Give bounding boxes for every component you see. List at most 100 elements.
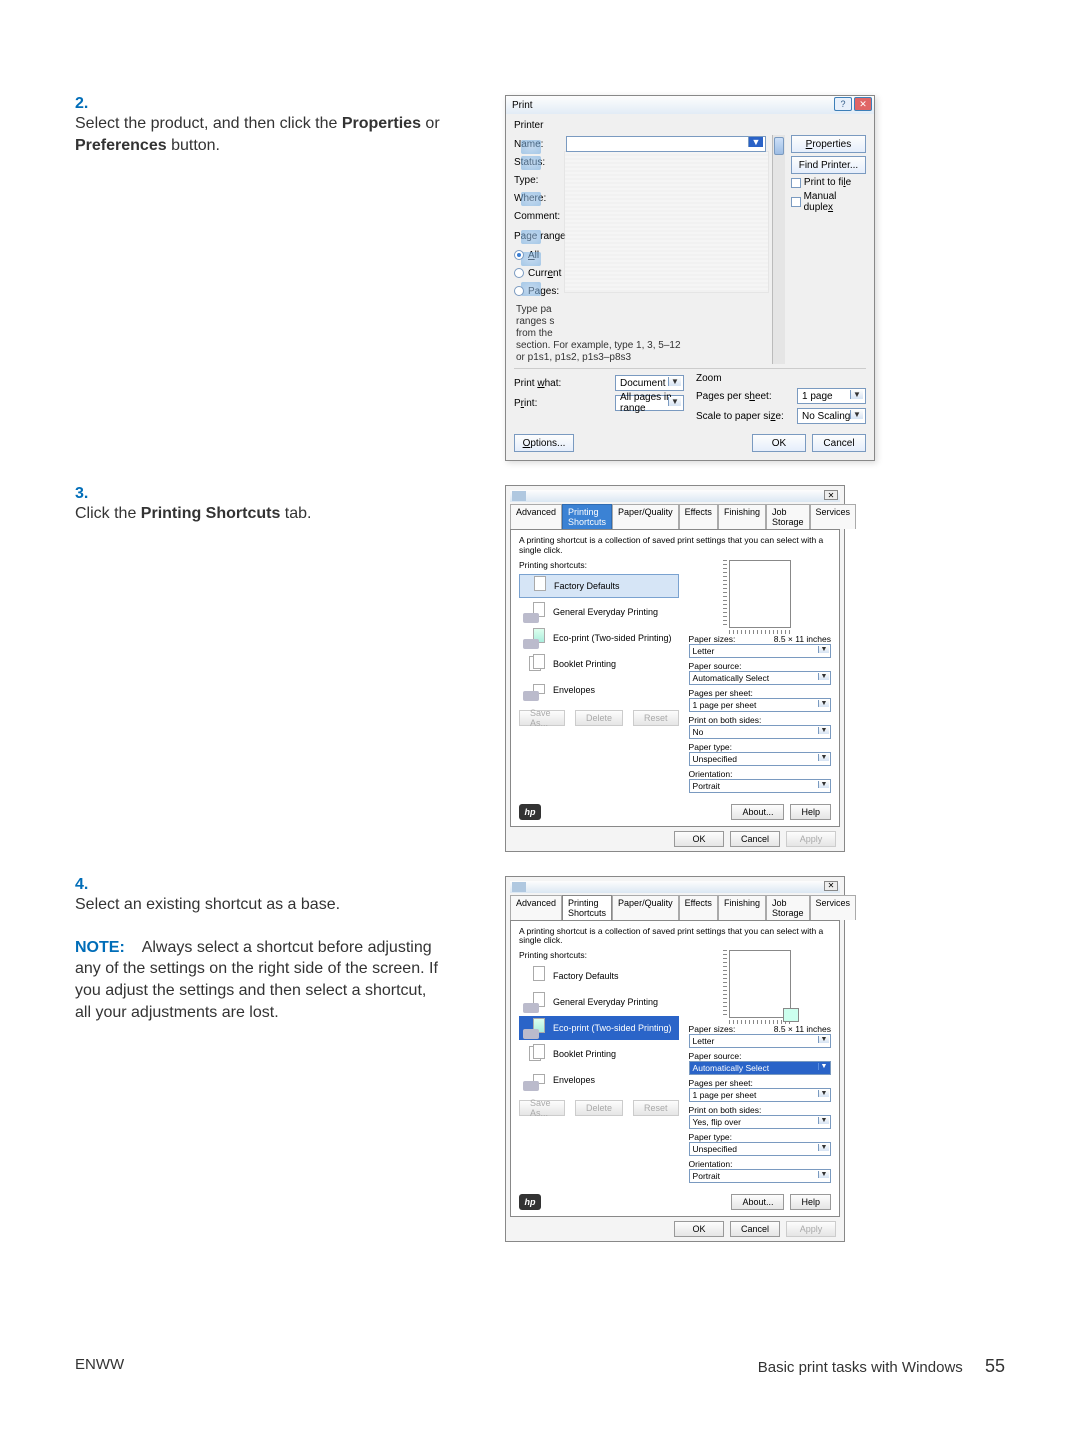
both-sides-select[interactable]: Yes, flip over (689, 1115, 831, 1129)
shortcut-item-label: General Everyday Printing (553, 997, 658, 1007)
envelopes-icon (523, 1069, 547, 1091)
reset-button[interactable]: Reset (633, 1100, 679, 1116)
scrollbar[interactable] (772, 135, 785, 364)
ok-button[interactable]: OK (674, 1221, 724, 1237)
about-button[interactable]: About... (731, 1194, 784, 1210)
apply-button[interactable]: Apply (786, 1221, 836, 1237)
shortcut-factory-defaults[interactable]: Factory Defaults (519, 574, 679, 598)
tab-services[interactable]: Services (810, 895, 857, 920)
paper-type-select[interactable]: Unspecified (689, 752, 831, 766)
shortcut-eco-print[interactable]: Eco-print (Two-sided Printing) (519, 626, 679, 650)
cancel-button[interactable]: Cancel (730, 1221, 780, 1237)
shortcut-item-label: General Everyday Printing (553, 607, 658, 617)
duplex-flip-icon (783, 1008, 799, 1022)
shortcut-item-label: Booklet Printing (553, 659, 616, 669)
eco-print-icon (523, 1017, 547, 1039)
print-dialog-title: Print (512, 100, 533, 111)
properties-button[interactable]: Properties (791, 135, 866, 153)
comment-label: Comment: (514, 211, 566, 222)
delete-button[interactable]: Delete (575, 1100, 623, 1116)
tab-paper-quality[interactable]: Paper/Quality (612, 504, 679, 529)
print-what-select[interactable]: Document (615, 375, 684, 391)
shortcut-envelopes[interactable]: Envelopes (519, 678, 679, 702)
orientation-select[interactable]: Portrait (689, 1169, 831, 1183)
about-button[interactable]: About... (731, 804, 784, 820)
ok-button[interactable]: OK (674, 831, 724, 847)
ok-button[interactable]: OK (752, 434, 806, 452)
paper-type-select[interactable]: Unspecified (689, 1142, 831, 1156)
paper-source-select[interactable]: Automatically Select (689, 1061, 831, 1075)
pages-per-sheet-select-2[interactable]: 1 page per sheet (689, 698, 831, 712)
radio-all-label: All (528, 250, 539, 261)
tab-paper-quality[interactable]: Paper/Quality (612, 895, 679, 920)
print-to-file-label: Print to file (804, 177, 851, 188)
step-4-text: 4. Select an existing shortcut as a base… (75, 876, 505, 1024)
step-4-body: Select an existing shortcut as a base. (75, 896, 340, 913)
booklet-icon (523, 653, 547, 675)
delete-button[interactable]: Delete (575, 710, 623, 726)
shortcut-general-everyday[interactable]: General Everyday Printing (519, 600, 679, 624)
paper-source-select[interactable]: Automatically Select (689, 671, 831, 685)
manual-duplex-checkbox[interactable] (791, 197, 801, 207)
orientation-select[interactable]: Portrait (689, 779, 831, 793)
tab-effects[interactable]: Effects (679, 895, 718, 920)
save-as-button[interactable]: Save As... (519, 1100, 565, 1116)
print-to-file-checkbox[interactable] (791, 178, 801, 188)
tabs-row: Advanced Printing Shortcuts Paper/Qualit… (510, 504, 840, 529)
tab-advanced[interactable]: Advanced (510, 504, 562, 529)
tab-services[interactable]: Services (810, 504, 857, 529)
shortcut-booklet[interactable]: Booklet Printing (519, 652, 679, 676)
general-everyday-icon (523, 601, 547, 623)
manual-duplex-label: Manual duplex (804, 191, 866, 213)
tab-printing-shortcuts[interactable]: Printing Shortcuts (562, 895, 612, 920)
shortcut-booklet[interactable]: Booklet Printing (519, 1042, 679, 1066)
scale-select[interactable]: No Scaling (797, 408, 866, 424)
tab-effects[interactable]: Effects (679, 504, 718, 529)
close-icon[interactable]: ✕ (824, 490, 838, 500)
paper-sizes-select[interactable]: Letter (689, 1034, 831, 1048)
tab-printing-shortcuts[interactable]: Printing Shortcuts (562, 504, 612, 529)
range-line-a: Type pa (514, 304, 766, 316)
paper-type-label: Paper type: (689, 742, 732, 752)
close-icon[interactable]: ✕ (854, 97, 872, 111)
tab-job-storage[interactable]: Job Storage (766, 895, 810, 920)
help-icon[interactable]: ? (834, 97, 852, 111)
shortcut-eco-print[interactable]: Eco-print (Two-sided Printing) (519, 1016, 679, 1040)
radio-current[interactable] (514, 268, 524, 278)
shortcut-list: Factory Defaults General Everyday Printi… (519, 964, 679, 1092)
step-3-body-c: tab. (280, 505, 311, 522)
shortcut-factory-defaults[interactable]: Factory Defaults (519, 964, 679, 988)
paper-sizes-select[interactable]: Letter (689, 644, 831, 658)
tab-advanced[interactable]: Advanced (510, 895, 562, 920)
booklet-icon (523, 1043, 547, 1065)
reset-button[interactable]: Reset (633, 710, 679, 726)
orientation-label: Orientation: (689, 1159, 733, 1169)
help-button[interactable]: Help (790, 1194, 831, 1210)
options-button[interactable]: Options... (514, 434, 574, 452)
save-as-button[interactable]: Save As... (519, 710, 565, 726)
radio-all[interactable] (514, 250, 524, 260)
tab-finishing[interactable]: Finishing (718, 895, 766, 920)
close-icon[interactable]: ✕ (824, 881, 838, 891)
help-button[interactable]: Help (790, 804, 831, 820)
tab-finishing[interactable]: Finishing (718, 504, 766, 529)
shortcuts-description: A printing shortcut is a collection of s… (519, 927, 831, 947)
print-range-select[interactable]: All pages in range (615, 395, 684, 411)
apply-button[interactable]: Apply (786, 831, 836, 847)
printer-name-select[interactable] (566, 136, 766, 152)
shortcut-envelopes[interactable]: Envelopes (519, 1068, 679, 1092)
pages-per-sheet-select-2[interactable]: 1 page per sheet (689, 1088, 831, 1102)
print-what-label: Print what: (514, 378, 609, 389)
pages-per-sheet-select[interactable]: 1 page (797, 388, 866, 404)
shortcut-item-label: Eco-print (Two-sided Printing) (553, 633, 672, 643)
range-line-e: or p1s1, p1s2, p1s3–p8s3 (514, 352, 766, 364)
find-printer-button[interactable]: Find Printer... (791, 156, 866, 174)
both-sides-select[interactable]: No (689, 725, 831, 739)
cancel-button[interactable]: Cancel (730, 831, 780, 847)
shortcut-general-everyday[interactable]: General Everyday Printing (519, 990, 679, 1014)
range-line-c: from the (514, 328, 766, 340)
cancel-button[interactable]: Cancel (812, 434, 866, 452)
radio-pages[interactable] (514, 286, 524, 296)
tab-job-storage[interactable]: Job Storage (766, 504, 810, 529)
orientation-label: Orientation: (689, 769, 733, 779)
